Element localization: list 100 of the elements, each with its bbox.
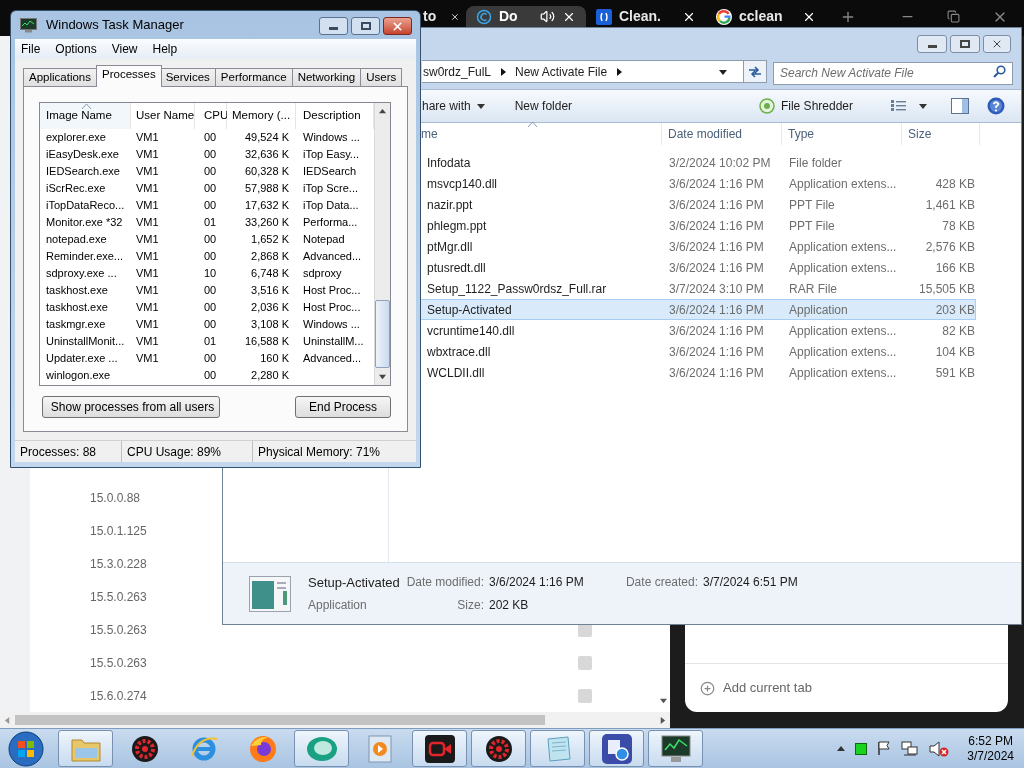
view-list-icon[interactable] bbox=[891, 99, 907, 113]
user-name-cell: VM1 bbox=[136, 335, 159, 348]
minimize-button[interactable] bbox=[319, 17, 348, 35]
show-hidden-icons-icon[interactable] bbox=[837, 744, 846, 753]
image-name-cell: winlogon.exe bbox=[46, 369, 111, 382]
memory-cell: 6,748 K bbox=[251, 267, 289, 280]
column-header[interactable]: Type bbox=[782, 123, 902, 145]
browser-tab[interactable]: Do bbox=[466, 6, 586, 27]
checkbox[interactable] bbox=[578, 688, 592, 703]
file-row[interactable]: Setup-Activated 3/6/2024 1:16 PM Application 203 KB bbox=[420, 299, 976, 320]
file-row[interactable]: ptMgr.dll 3/6/2024 1:16 PM Application extens... 2,576 KB bbox=[420, 236, 976, 257]
scrollbar-thumb[interactable] bbox=[15, 715, 545, 725]
search-field[interactable]: Search New Activate File bbox=[773, 61, 1013, 85]
file-row[interactable]: vcruntime140.dll 3/6/2024 1:16 PM Application extens... 82 KB bbox=[420, 320, 976, 341]
new-folder-button[interactable]: New folder bbox=[514, 97, 573, 115]
status-square-icon[interactable] bbox=[855, 742, 868, 755]
maximize-icon bbox=[960, 40, 970, 48]
user-name-cell: VM1 bbox=[136, 199, 159, 212]
user-name-cell: VM1 bbox=[136, 148, 159, 161]
breadcrumb-item[interactable]: sw0rdz_FulL bbox=[423, 62, 492, 81]
tab[interactable]: Processes bbox=[96, 65, 162, 87]
taskbar-button[interactable] bbox=[589, 730, 644, 767]
speaker-muted-icon[interactable] bbox=[929, 740, 950, 757]
close-button[interactable] bbox=[383, 17, 412, 35]
memory-cell: 33,260 K bbox=[244, 216, 289, 229]
taskbar-button[interactable] bbox=[471, 730, 526, 767]
end-process-button[interactable]: End Process bbox=[295, 396, 391, 418]
version-number: 15.5.0.263 bbox=[90, 654, 147, 672]
status-text: Processes: 88 bbox=[15, 441, 122, 462]
column-header[interactable]: Image Name bbox=[40, 103, 131, 129]
detail-label: Date created: bbox=[624, 574, 698, 591]
scroll-down-icon[interactable] bbox=[379, 373, 386, 381]
menu-item[interactable]: Options bbox=[55, 40, 97, 58]
video-camera-icon bbox=[424, 734, 455, 763]
breadcrumb-item[interactable]: New Activate File bbox=[515, 62, 608, 81]
image-name-cell: Reminder.exe... bbox=[46, 250, 124, 263]
new-tab-icon[interactable] bbox=[840, 9, 856, 25]
breadcrumb-arrow-icon[interactable] bbox=[615, 67, 624, 76]
breadcrumb-arrow-icon[interactable] bbox=[499, 67, 508, 76]
file-row[interactable]: Infodata 3/2/2024 10:02 PM File folder bbox=[420, 152, 976, 173]
column-header[interactable]: Memory (... bbox=[227, 103, 296, 129]
scroll-right-icon[interactable] bbox=[659, 716, 666, 724]
scrollbar-thumb[interactable] bbox=[375, 300, 390, 369]
clock-time[interactable]: 6:52 PM bbox=[968, 733, 1013, 749]
minimize-icon bbox=[927, 44, 937, 48]
checkbox[interactable] bbox=[578, 655, 592, 670]
taskbar-button[interactable] bbox=[412, 730, 467, 767]
cpu-cell: 00 bbox=[204, 165, 217, 178]
preview-pane-icon[interactable] bbox=[951, 98, 969, 114]
date-modified: 3/6/2024 1:16 PM bbox=[668, 364, 765, 382]
address-bar[interactable]: sw0rdz_FulL New Activate File bbox=[422, 60, 767, 83]
description-cell: Notepad bbox=[303, 233, 345, 246]
memory-cell: 60,328 K bbox=[244, 165, 289, 178]
maximize-button[interactable] bbox=[351, 17, 380, 35]
detail-value: 202 KB bbox=[488, 597, 530, 614]
cpu-cell: 00 bbox=[204, 250, 217, 263]
caret-icon[interactable] bbox=[919, 102, 927, 110]
file-row[interactable]: msvcp140.dll 3/6/2024 1:16 PM Application extens... 428 KB bbox=[420, 173, 976, 194]
file-name: msvcp140.dll bbox=[426, 175, 499, 193]
close-button[interactable] bbox=[983, 35, 1011, 53]
column-header[interactable]: Date modified bbox=[662, 123, 782, 145]
file-size: 203 KB bbox=[934, 301, 975, 319]
start-button[interactable] bbox=[6, 730, 46, 767]
scroll-up-icon[interactable] bbox=[379, 107, 386, 115]
show-all-processes-button[interactable]: Show processes from all users bbox=[42, 396, 220, 418]
user-name-cell: VM1 bbox=[136, 267, 159, 280]
maximize-button[interactable] bbox=[950, 35, 980, 53]
menu-item[interactable]: Help bbox=[152, 40, 178, 58]
clock-date[interactable]: 3/7/2024 bbox=[967, 748, 1014, 764]
description-cell: Performa... bbox=[303, 216, 358, 229]
cpu-cell: 01 bbox=[204, 335, 217, 348]
application-icon bbox=[249, 575, 291, 612]
file-shredder-button[interactable]: File Shredder bbox=[758, 97, 853, 115]
network-icon[interactable] bbox=[901, 740, 920, 757]
file-row[interactable]: WCLDII.dll 3/6/2024 1:16 PM Application extens... 591 KB bbox=[420, 362, 976, 383]
restore-icon[interactable] bbox=[947, 10, 960, 23]
file-row[interactable]: ptusredt.dll 3/6/2024 1:16 PM Application extens... 166 KB bbox=[420, 257, 976, 278]
taskbar-button[interactable] bbox=[648, 730, 703, 767]
file-row[interactable]: Setup_1122_Passw0rdsz_Full.rar 3/7/2024 3:10 PM RAR File 15,505 KB bbox=[420, 278, 976, 299]
speaker-icon[interactable] bbox=[540, 9, 555, 24]
memory-cell: 16,588 K bbox=[244, 335, 289, 348]
dropdown-caret-icon[interactable] bbox=[719, 67, 727, 76]
column-header[interactable]: Size bbox=[902, 123, 980, 145]
scroll-down-icon[interactable] bbox=[659, 697, 667, 704]
flag-icon[interactable] bbox=[877, 741, 892, 756]
date-modified: 3/6/2024 1:16 PM bbox=[668, 259, 765, 277]
refresh-button[interactable] bbox=[743, 61, 766, 82]
file-type: PPT File bbox=[788, 196, 836, 214]
memory-cell: 1,652 K bbox=[251, 233, 289, 246]
minimize-button[interactable] bbox=[917, 35, 947, 53]
file-row[interactable]: wbxtrace.dll 3/6/2024 1:16 PM Application extens... 104 KB bbox=[420, 341, 976, 362]
menu-item[interactable]: View bbox=[111, 40, 138, 58]
menu-item[interactable]: File bbox=[21, 40, 41, 58]
file-row[interactable]: phlegm.ppt 3/6/2024 1:16 PM PPT File 78 KB bbox=[420, 215, 976, 236]
file-row[interactable]: nazir.ppt 3/6/2024 1:16 PM PPT File 1,461 KB bbox=[420, 194, 976, 215]
status-text: Physical Memory: 71% bbox=[257, 443, 381, 461]
add-current-tab-button[interactable]: Add current tab bbox=[700, 678, 812, 698]
help-icon[interactable] bbox=[987, 97, 1005, 115]
date-modified: 3/6/2024 1:16 PM bbox=[668, 322, 765, 340]
share-with-menu[interactable]: hare with bbox=[422, 97, 485, 115]
